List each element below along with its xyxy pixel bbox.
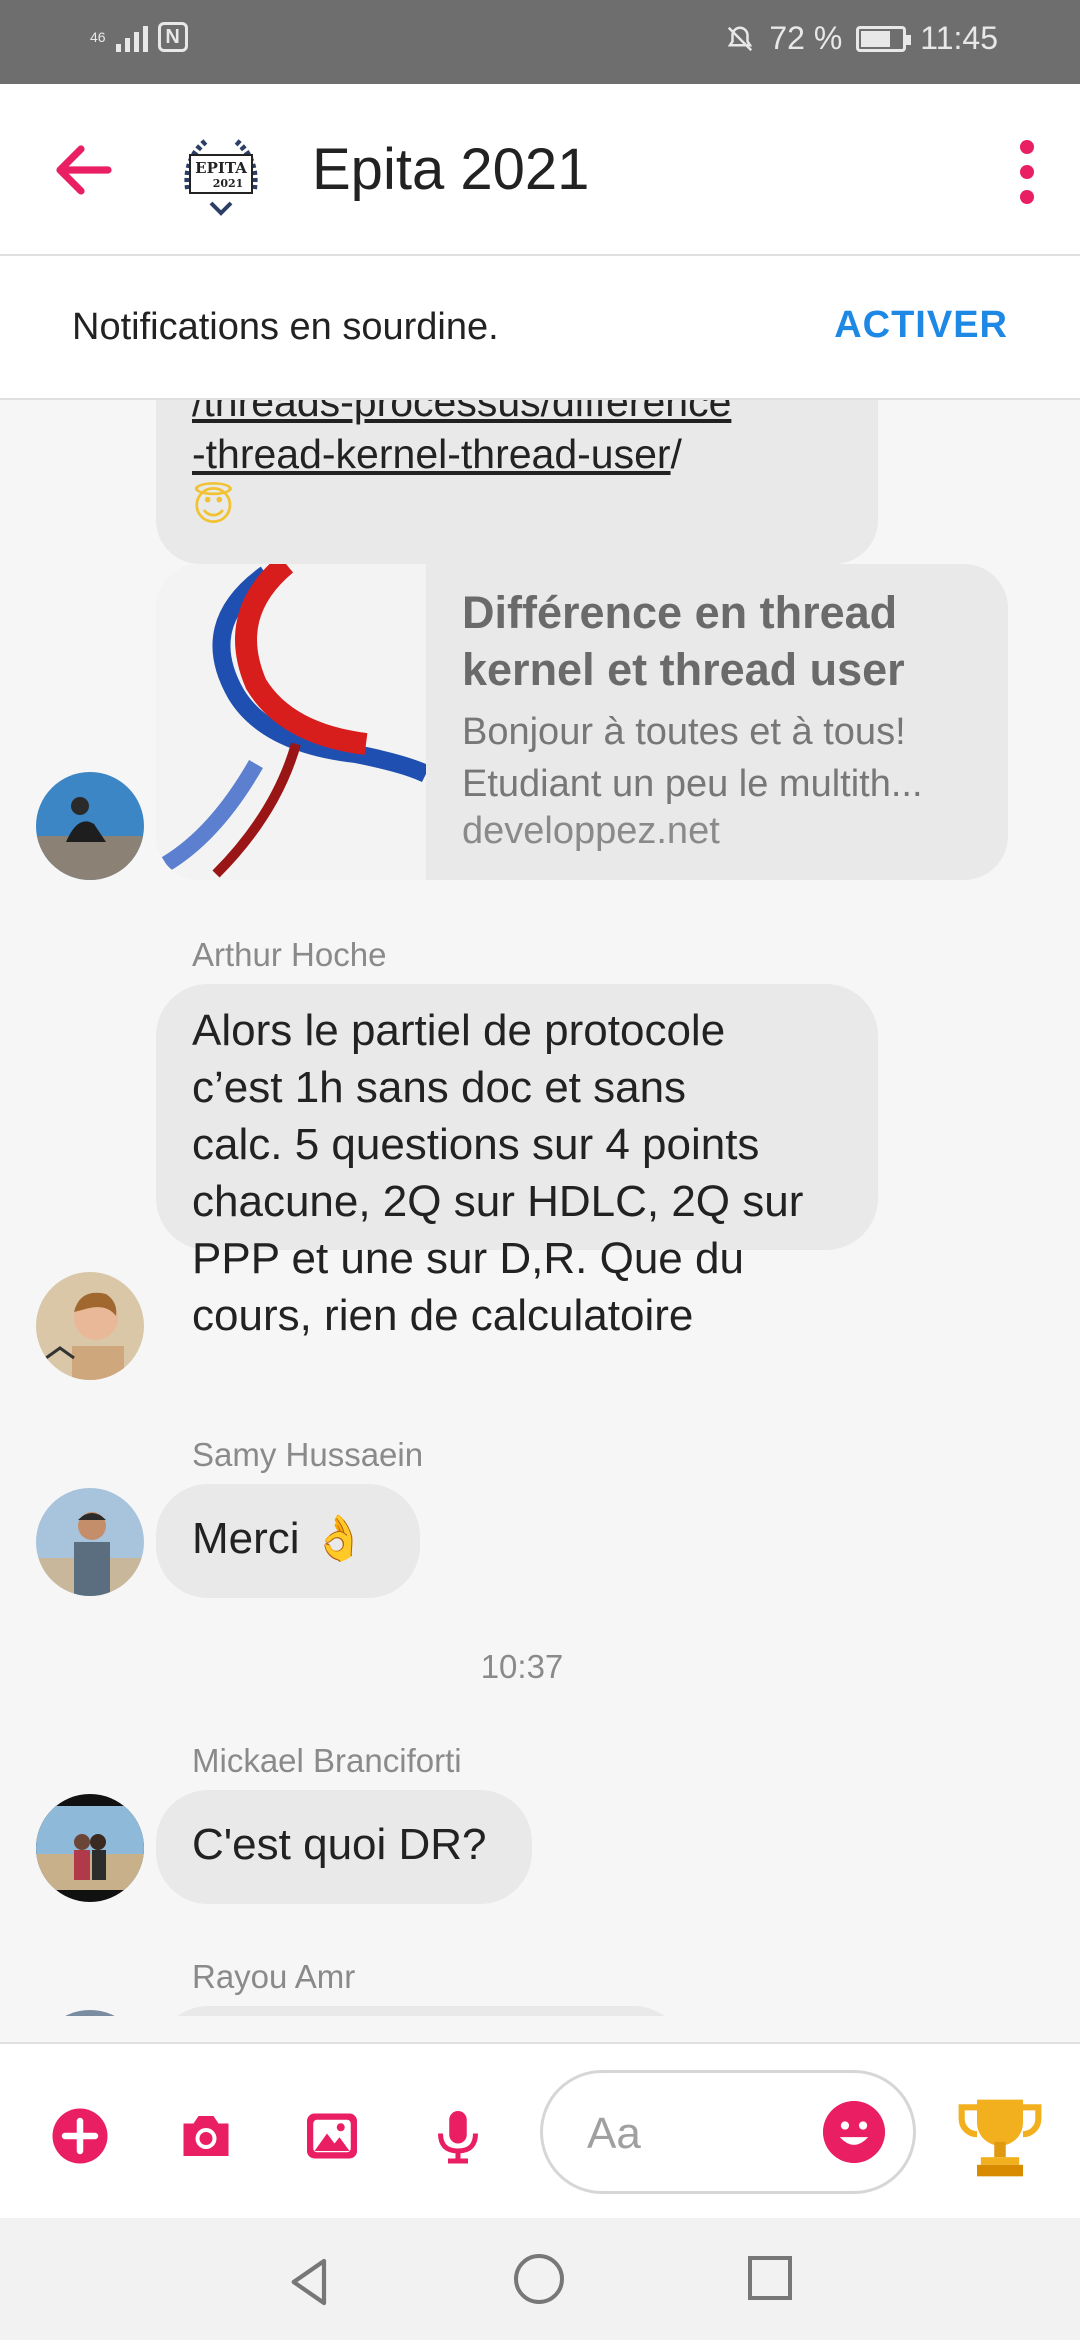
- message-text: C'est quoi DR?: [192, 1820, 487, 1869]
- signal-icon: [115, 22, 148, 52]
- message-text: Merci: [192, 1514, 300, 1563]
- link-preview-desc-line2: Etudiant un peu le multith...: [462, 763, 923, 805]
- conversation-title[interactable]: Epita 2021: [312, 136, 589, 203]
- timestamp: 10:37: [480, 1648, 564, 1685]
- camera-icon[interactable]: [176, 2106, 236, 2166]
- message-bubble[interactable]: Merci 👌: [156, 1484, 420, 1598]
- system-nav-bar: [0, 2218, 1080, 2340]
- message-line: cours, rien de calculatoire: [192, 1291, 694, 1340]
- link-preview-card[interactable]: Différence en thread kernel et thread us…: [156, 564, 1008, 880]
- mute-banner-text: Notifications en sourdine.: [72, 306, 499, 348]
- message-bubble[interactable]: [156, 2006, 686, 2016]
- message-line: chacune, 2Q sur HDLC, 2Q sur: [192, 1177, 804, 1226]
- network-type: 46: [90, 30, 106, 44]
- trophy-icon[interactable]: [954, 2090, 1046, 2186]
- link-suffix: /: [670, 431, 682, 477]
- nav-recents-icon[interactable]: [748, 2256, 792, 2300]
- link-preview-domain: developpez.net: [462, 810, 720, 852]
- message-bubble[interactable]: Alors le partiel de protocole c’est 1h s…: [156, 984, 878, 1340]
- ok-hand-emoji: 👌: [311, 1513, 367, 1564]
- logo-year: 2021: [213, 177, 244, 190]
- message-line: PPP et une sur D,R. Que du: [192, 1234, 744, 1283]
- mute-banner: Notifications en sourdine. ACTIVER: [0, 256, 1080, 400]
- activate-notifications-button[interactable]: ACTIVER: [834, 304, 1008, 347]
- link-preview-image: [156, 564, 426, 880]
- clock: 11:45: [920, 20, 998, 56]
- more-vert-icon[interactable]: [1014, 140, 1040, 204]
- link-text-line1[interactable]: /threads-processus/difference: [192, 400, 842, 428]
- link-text-line2[interactable]: -thread-kernel-thread-user: [192, 431, 671, 477]
- link-message-bubble[interactable]: /threads-processus/difference -thread-ke…: [156, 400, 878, 564]
- message-list[interactable]: /threads-processus/difference -thread-ke…: [0, 400, 1080, 2016]
- message-input[interactable]: Aa: [540, 2070, 916, 2194]
- battery-percent: 72 %: [769, 20, 843, 56]
- nav-back-icon[interactable]: [282, 2254, 338, 2310]
- sender-name: Mickael Branciforti: [192, 1742, 462, 1779]
- message-bubble[interactable]: C'est quoi DR?: [156, 1790, 532, 1904]
- sender-name: Rayou Amr: [192, 1958, 356, 1995]
- link-preview-desc-line1: Bonjour à toutes et à tous!: [462, 711, 906, 753]
- angel-emoji: 😇: [192, 482, 235, 530]
- emoji-icon[interactable]: [823, 2101, 885, 2163]
- back-arrow-icon[interactable]: [48, 134, 120, 206]
- status-left: 46 N: [90, 22, 188, 52]
- sender-name: Arthur Hoche: [192, 936, 387, 973]
- image-icon[interactable]: [302, 2106, 362, 2166]
- microphone-icon[interactable]: [428, 2106, 488, 2166]
- group-avatar[interactable]: EPITA 2021: [166, 119, 276, 229]
- avatar[interactable]: [36, 2010, 144, 2016]
- status-right: 72 % 11:45: [725, 20, 998, 57]
- mute-bell-icon: [728, 25, 753, 51]
- avatar[interactable]: [36, 1272, 144, 1380]
- message-line: Alors le partiel de protocole: [192, 1006, 726, 1055]
- avatar[interactable]: [36, 1488, 144, 1596]
- nav-home-icon[interactable]: [514, 2254, 564, 2304]
- message-line: calc. 5 questions sur 4 points: [192, 1120, 760, 1169]
- app-bar: EPITA 2021 Epita 2021: [0, 84, 1080, 256]
- logo-text: EPITA: [195, 159, 247, 177]
- composer-bar: Aa: [0, 2042, 1080, 2220]
- message-line: c’est 1h sans doc et sans: [192, 1063, 687, 1112]
- status-bar: 46 N 72 % 11:45: [0, 0, 1080, 84]
- avatar[interactable]: [36, 1794, 144, 1902]
- message-text: Alors le partiel de protocole c’est 1h s…: [192, 1002, 842, 1344]
- sender-name: Samy Hussaein: [192, 1436, 424, 1473]
- network-label: 46: [90, 29, 106, 45]
- message-input-placeholder: Aa: [587, 2109, 641, 2158]
- battery-icon: [856, 25, 912, 52]
- link-preview-title: Différence en thread kernel et thread us…: [462, 587, 905, 695]
- nfc-icon: N: [157, 22, 188, 52]
- link-preview-description: Bonjour à toutes et à tous! Etudiant un …: [462, 706, 982, 810]
- avatar[interactable]: [36, 772, 144, 880]
- plus-circle-icon[interactable]: [50, 2106, 110, 2166]
